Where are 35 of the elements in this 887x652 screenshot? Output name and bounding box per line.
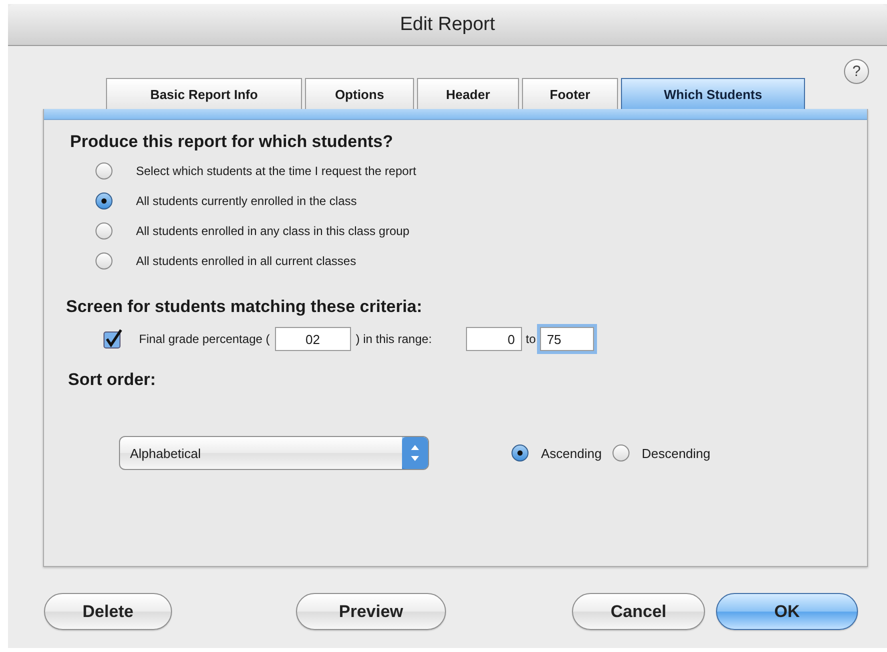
radio-label: All students enrolled in any class in this class group — [136, 224, 410, 238]
push-button[interactable]: Delete — [44, 593, 172, 630]
radio-button[interactable] — [95, 162, 113, 180]
tab[interactable]: Options — [305, 78, 414, 109]
stepper-arrows-icon — [402, 437, 428, 469]
radio-label: All students enrolled in all current classes — [136, 254, 356, 268]
radio-label: Select which students at the time I request the report — [136, 164, 416, 178]
section-heading: Screen for students matching these criteria: — [66, 297, 424, 317]
dropdown[interactable]: Alphabetical — [119, 436, 429, 470]
help-button[interactable]: ? — [844, 59, 869, 84]
section-heading: Sort order: — [68, 370, 157, 390]
radio-button[interactable] — [612, 444, 630, 462]
section-heading: Produce this report for which students? — [70, 132, 394, 152]
window-title: Edit Report — [400, 14, 496, 36]
checkbox-label: Final grade percentage ( — [139, 332, 270, 346]
input-field[interactable]: 0 — [466, 327, 522, 351]
radio-button[interactable] — [95, 192, 113, 210]
input-field[interactable]: 02 — [274, 327, 351, 351]
input-field[interactable]: 75 — [540, 327, 594, 351]
tab[interactable]: Basic Report Info — [106, 78, 302, 109]
radio-button[interactable] — [511, 444, 529, 462]
tab[interactable]: Which Students — [621, 78, 805, 109]
radio-label: Descending — [642, 446, 710, 460]
push-button[interactable]: Preview — [296, 593, 446, 630]
radio-button[interactable] — [95, 252, 113, 270]
push-button[interactable]: Cancel — [572, 593, 705, 630]
radio-label: All students currently enrolled in the class — [136, 194, 357, 208]
default-button[interactable]: OK — [716, 593, 858, 630]
checkbox[interactable] — [103, 329, 123, 349]
to-label: to — [526, 332, 536, 346]
radio-button[interactable] — [95, 222, 113, 240]
range-label: ) in this range: — [356, 332, 432, 346]
radio-label: Ascending — [541, 446, 602, 460]
tab[interactable]: Header — [417, 78, 519, 109]
tab[interactable]: Footer — [522, 78, 618, 109]
